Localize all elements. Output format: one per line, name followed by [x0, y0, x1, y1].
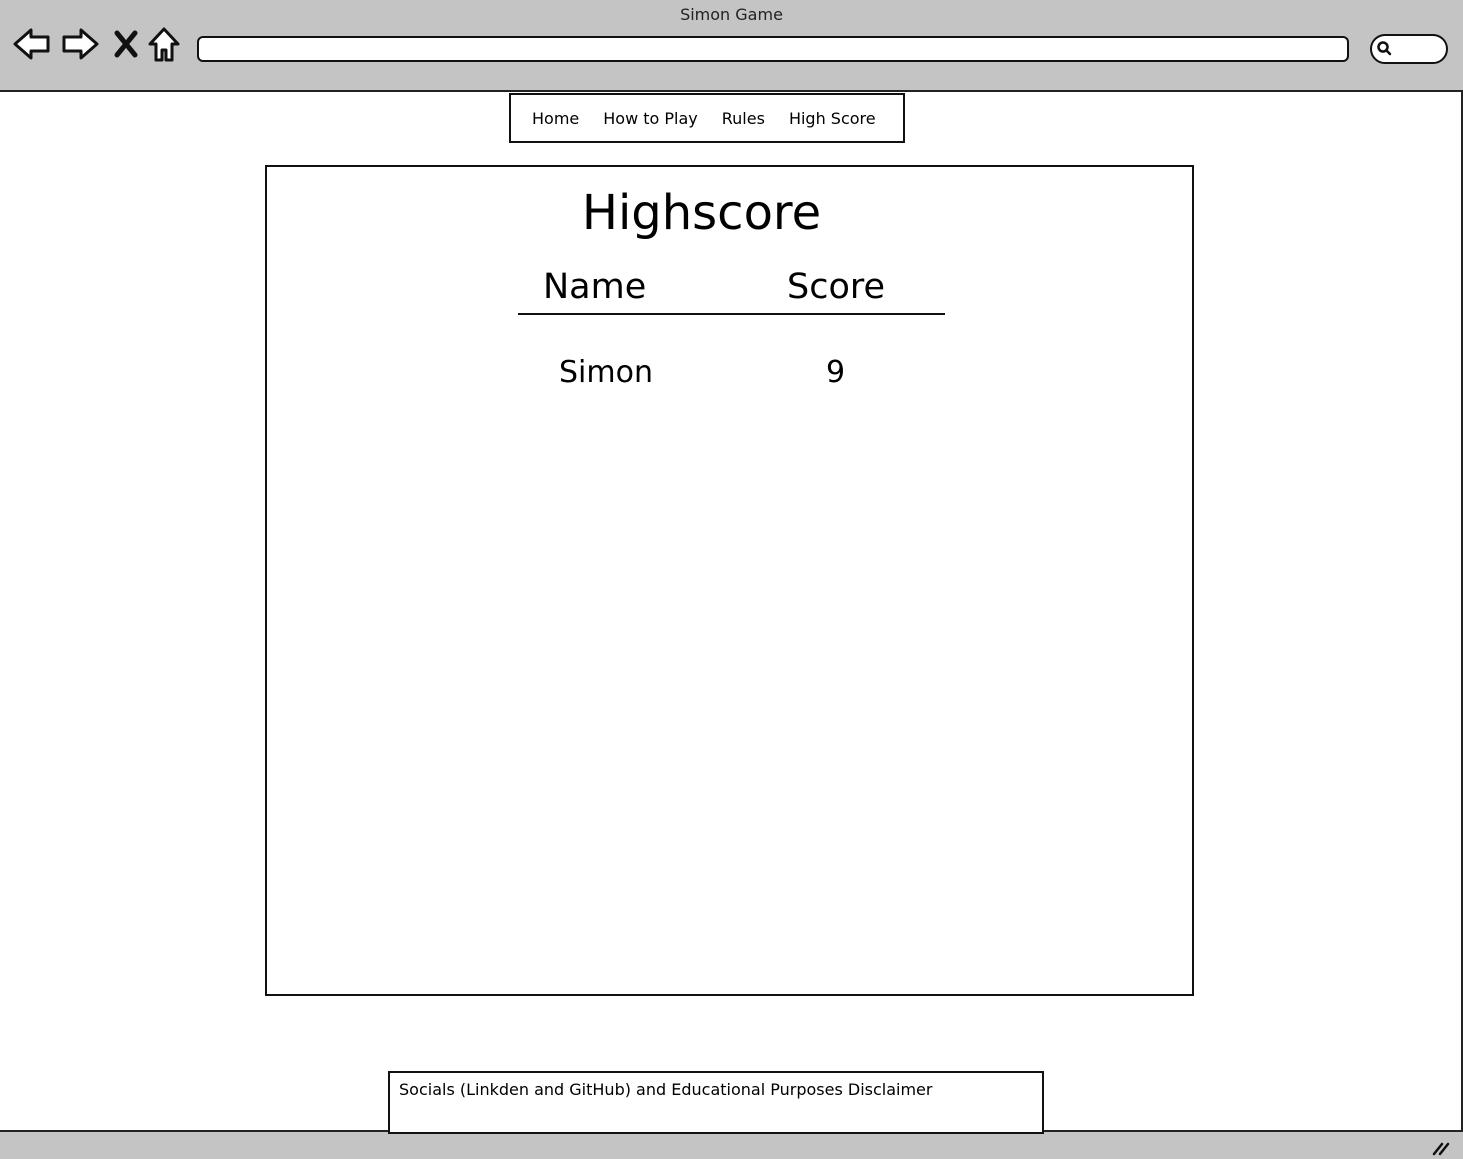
back-arrow-icon[interactable] [12, 26, 52, 62]
address-bar[interactable] [197, 36, 1349, 62]
forward-arrow-icon[interactable] [60, 26, 100, 62]
nav-item-rules[interactable]: Rules [722, 109, 765, 128]
nav-item-how-to-play[interactable]: How to Play [603, 109, 698, 128]
footer: Socials (Linkden and GitHub) and Educati… [388, 1071, 1044, 1134]
nav-item-high-score[interactable]: High Score [789, 109, 876, 128]
nav-item-home[interactable]: Home [532, 109, 579, 128]
home-icon[interactable] [146, 26, 182, 62]
browser-window: Simon Game Home How to Play Rules High S… [0, 0, 1463, 1159]
footer-text: Socials (Linkden and GitHub) and Educati… [399, 1080, 933, 1099]
stop-icon[interactable] [110, 26, 142, 62]
highscore-panel: Highscore Name Score Simon 9 [265, 165, 1194, 996]
nav-menu: Home How to Play Rules High Score [509, 93, 905, 143]
player-score: 9 [826, 355, 846, 390]
table-row: Simon 9 [518, 345, 945, 405]
browser-toolbar: Simon Game [0, 0, 1463, 92]
column-header-score: Score [787, 267, 886, 307]
column-header-name: Name [543, 267, 647, 307]
window-title: Simon Game [680, 5, 783, 24]
status-bar [0, 1130, 1463, 1159]
search-icon [1377, 41, 1392, 56]
page-title: Highscore [581, 185, 822, 241]
resize-grip-icon[interactable] [1431, 1140, 1451, 1156]
player-name: Simon [559, 355, 653, 390]
highscore-table: Name Score Simon 9 [518, 267, 945, 405]
search-button[interactable] [1370, 34, 1448, 64]
table-header: Name Score [518, 267, 945, 315]
